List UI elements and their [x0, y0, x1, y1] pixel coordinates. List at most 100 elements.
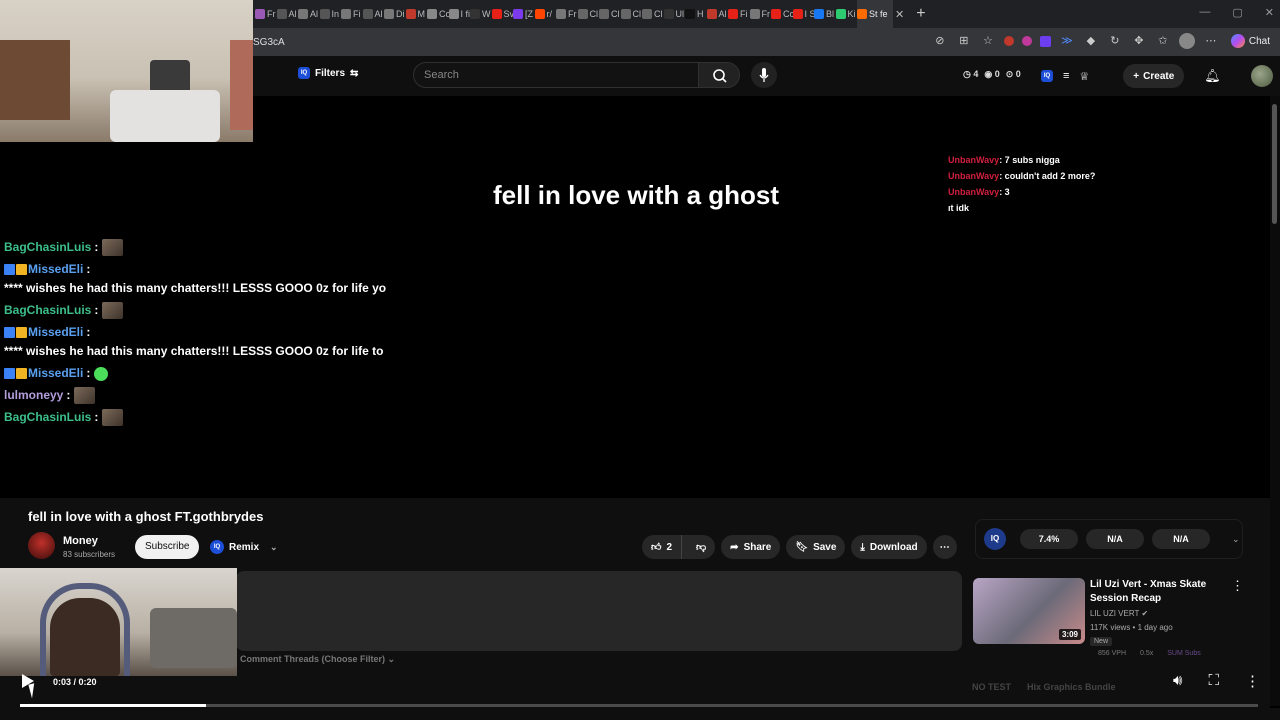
exit-fullscreen-icon[interactable]: ⛶ — [1208, 672, 1219, 690]
comment-threads-filter[interactable]: Comment Threads (Choose Filter) ⌄ — [240, 654, 395, 665]
notifications-bell-icon[interactable]: 🔔︎ — [1204, 68, 1221, 84]
browser-tab[interactable]: Ul — [663, 0, 686, 28]
tab-label: Fr — [568, 9, 577, 19]
browser-tab[interactable]: Fr — [255, 0, 277, 28]
browser-tab[interactable]: Cl — [620, 0, 643, 28]
extension-blue-icon[interactable]: ≫ — [1059, 33, 1075, 49]
browser-tab[interactable]: Al — [362, 0, 385, 28]
dislike-button[interactable]: 👎︎ — [687, 535, 715, 559]
download-button[interactable]: ⤓ Download — [851, 535, 927, 559]
browser-tab[interactable]: I S — [792, 0, 814, 28]
browser-tab[interactable]: I fi — [448, 0, 470, 28]
list-icon[interactable]: ≡ — [1063, 70, 1069, 82]
search-input[interactable]: Search — [413, 62, 699, 88]
search-button[interactable] — [698, 62, 740, 88]
more-menu-icon[interactable]: ⋯ — [1203, 33, 1219, 49]
extension-purple-icon[interactable] — [1039, 35, 1051, 47]
subscribe-button[interactable]: Subscribe — [135, 535, 200, 559]
iq-extension-icon[interactable]: IQ — [984, 528, 1006, 550]
browser-tab[interactable]: Di — [384, 0, 406, 28]
video-thumbnail[interactable]: 3:09 — [973, 578, 1085, 644]
share-button[interactable]: ➦ Share — [721, 535, 781, 559]
chevron-down-icon: ⌄ — [270, 541, 278, 552]
more-vertical-icon[interactable]: ⋮ — [1231, 578, 1244, 594]
browser-tab[interactable]: St fe — [857, 0, 893, 28]
side-chat-username: UnbanWavy — [948, 187, 1000, 197]
tab-label: Bl — [826, 9, 835, 19]
chevron-down-icon[interactable]: ⌄ — [1232, 534, 1240, 545]
browser-tab[interactable]: Cl — [577, 0, 600, 28]
voice-search-button[interactable] — [751, 62, 777, 88]
page-scrollbar[interactable] — [1270, 96, 1280, 706]
recommended-video[interactable]: 3:09 Lil Uzi Vert - Xmas Skate Session R… — [973, 578, 1253, 660]
more-vertical-icon[interactable]: ⋮ — [1245, 672, 1260, 690]
reload-extension-icon[interactable]: ↻ — [1107, 33, 1123, 49]
chat-text: **** wishes he had this many chatters!!!… — [4, 344, 384, 358]
progress-bar[interactable] — [20, 704, 1258, 707]
browser-tab[interactable]: Ki — [835, 0, 858, 28]
browser-tab[interactable]: Co — [427, 0, 449, 28]
browser-tab[interactable]: H — [685, 0, 707, 28]
url-text[interactable]: SG3cA — [253, 37, 285, 48]
channel-avatar[interactable] — [28, 532, 55, 559]
chat-text: **** wishes he had this many chatters!!!… — [4, 281, 387, 295]
tab-favicon-icon — [405, 9, 416, 19]
chat-separator: : — [86, 366, 91, 380]
iq-toolbar-icon[interactable]: IQ — [1041, 70, 1053, 82]
browser-tab[interactable]: Cc — [771, 0, 793, 28]
browser-tab[interactable]: Sv — [491, 0, 513, 28]
side-chat-text: ıt idk — [948, 203, 970, 213]
chat-separator: : — [94, 410, 99, 424]
browser-tab[interactable]: r/ — [534, 0, 557, 28]
extension-red-icon[interactable] — [1003, 36, 1014, 46]
puzzle-icon[interactable]: ✥ — [1131, 33, 1147, 49]
like-button[interactable]: 👍︎ 2 — [642, 535, 683, 559]
tab-label: H — [697, 9, 704, 19]
tab-label: Al — [288, 9, 297, 19]
favorites-icon[interactable]: ✩ — [1155, 33, 1171, 49]
bookmark-star-icon[interactable]: ☆ — [980, 33, 996, 49]
browser-tab[interactable]: Fr — [556, 0, 578, 28]
browser-tab[interactable]: In — [319, 0, 342, 28]
video-title: fell in love with a ghost FT.gothbrydes — [28, 509, 264, 524]
browser-tab[interactable]: Al — [298, 0, 320, 28]
tab-favicon-icon — [298, 9, 308, 19]
create-button[interactable]: + Create — [1123, 64, 1185, 88]
extension-diamond-icon[interactable]: ◆ — [1083, 33, 1099, 49]
recommended-channel[interactable]: LIL UZI VERT ✔ — [1090, 609, 1148, 618]
profile-icon[interactable] — [1178, 33, 1195, 49]
filters-button[interactable]: IQ Filters ⇆ — [298, 67, 358, 79]
browser-tab[interactable]: Fi — [728, 0, 750, 28]
trophy-icon[interactable]: ♕ — [1079, 70, 1089, 83]
scrollbar-thumb[interactable] — [1272, 104, 1277, 224]
minimize-icon[interactable]: — — [1199, 6, 1210, 19]
translate-icon[interactable]: ⊘ — [932, 33, 948, 49]
browser-tab[interactable]: [Z — [513, 0, 535, 28]
browser-tab[interactable]: Cl — [599, 0, 621, 28]
browser-tab[interactable]: Cl — [642, 0, 664, 28]
tab-favicon-icon — [341, 9, 351, 19]
browser-tab[interactable]: Al — [706, 0, 729, 28]
user-avatar[interactable] — [1250, 65, 1273, 87]
volume-icon[interactable]: 🔊︎ — [1173, 672, 1182, 690]
close-window-icon[interactable]: ✕ — [1265, 6, 1274, 19]
recommended-video-title[interactable]: Lil Uzi Vert - Xmas Skate Session Recap — [1090, 578, 1220, 606]
description-box[interactable] — [236, 571, 962, 651]
remix-button[interactable]: IQ Remix ⌄ — [210, 535, 278, 559]
new-tab-button[interactable]: + — [916, 5, 925, 23]
browser-tab[interactable]: M — [405, 0, 428, 28]
save-button[interactable]: 🔖︎ Save — [786, 535, 846, 559]
browser-tab[interactable]: Al — [276, 0, 299, 28]
maximize-icon[interactable]: ▢ — [1232, 6, 1242, 19]
browser-tab[interactable]: Fi — [341, 0, 363, 28]
extension-pink-icon[interactable] — [1021, 36, 1032, 46]
apps-icon[interactable]: ⊞ — [956, 33, 972, 49]
browser-tab[interactable]: Fr — [749, 0, 772, 28]
more-actions-button[interactable]: ⋯ — [932, 535, 957, 559]
browser-tab[interactable]: Bl — [814, 0, 836, 28]
browser-tab[interactable]: W — [470, 0, 492, 28]
channel-name[interactable]: Money — [63, 535, 98, 547]
copilot-chat-button[interactable]: Chat — [1230, 34, 1270, 48]
close-tab-icon[interactable]: ✕ — [895, 8, 904, 21]
tab-label: Fi — [353, 9, 361, 19]
